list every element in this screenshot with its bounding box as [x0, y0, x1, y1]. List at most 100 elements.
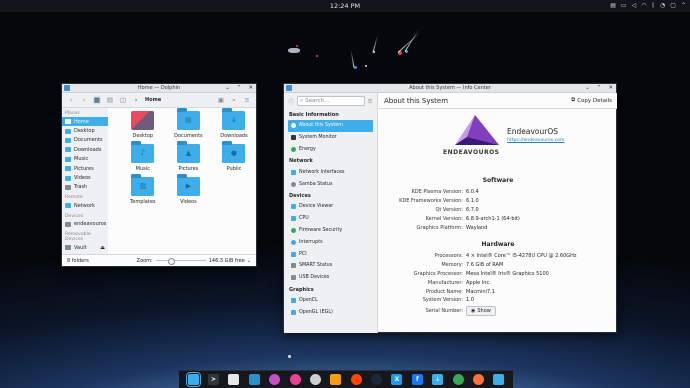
- hamburger-menu-icon[interactable]: ≡: [243, 96, 251, 104]
- folder-desktop[interactable]: Desktop: [120, 111, 166, 139]
- reddit-icon[interactable]: [350, 374, 362, 385]
- facebook-icon[interactable]: f: [411, 374, 423, 385]
- info-center-icon[interactable]: [493, 374, 505, 385]
- music-icon: [65, 156, 71, 162]
- back-icon[interactable]: ‹: [67, 96, 75, 104]
- sidebar-item-pictures[interactable]: Pictures: [62, 164, 108, 173]
- battery-icon[interactable]: ▭: [621, 2, 627, 10]
- distro-url[interactable]: https://endeavouros.com: [507, 138, 564, 143]
- home-icon: [65, 119, 71, 125]
- sidebar-item-endeavouros[interactable]: endeavouros: [62, 220, 108, 229]
- dolphin-sidebar: Places Home Desktop Documents Downloads …: [62, 108, 108, 256]
- clock[interactable]: 12:24 PM: [0, 2, 690, 10]
- info-icon: ⓘ: [288, 98, 295, 106]
- sidebar-item-device-viewer[interactable]: Device Viewer: [284, 201, 377, 213]
- videos-icon: [65, 175, 71, 181]
- sidebar-item-opencl[interactable]: OpenCL: [284, 295, 377, 307]
- search-field[interactable]: ⌕ Search...: [297, 96, 365, 106]
- maximize-icon[interactable]: ⌃: [237, 85, 242, 91]
- eye-icon: ◉: [471, 307, 476, 314]
- expand-tray-icon[interactable]: ⌃: [681, 2, 686, 10]
- search-icon[interactable]: ⌕: [230, 96, 238, 105]
- sidebar-item-pci[interactable]: PCI: [284, 248, 377, 260]
- dolphin-titlebar[interactable]: Home — Dolphin ⌄ ⌃ ✕: [62, 84, 256, 93]
- hamburger-menu-icon[interactable]: ≡: [368, 97, 373, 105]
- close-icon[interactable]: ✕: [608, 85, 613, 91]
- sidebar-item-documents[interactable]: Documents: [62, 136, 108, 145]
- top-panel: 12:24 PM ▤ ▭ ◁ ◠ ᛒ ◔ ▢ ⌃: [0, 0, 690, 12]
- maximize-icon[interactable]: ⌃: [597, 85, 602, 91]
- zoom-slider[interactable]: [155, 258, 206, 264]
- downloads-folder-icon: ↓: [222, 108, 246, 130]
- clipboard-icon[interactable]: ▤: [610, 2, 616, 10]
- copy-details-button[interactable]: ⧉ Copy Details: [571, 97, 612, 104]
- sidebar-item-about-this-system[interactable]: About this System: [288, 120, 373, 132]
- color-picker-icon[interactable]: [269, 374, 281, 385]
- chrome-icon[interactable]: [452, 374, 464, 385]
- terminal-icon[interactable]: >: [208, 374, 220, 385]
- downloader-icon[interactable]: ↓: [432, 374, 444, 385]
- firefox-icon[interactable]: [472, 374, 484, 385]
- text-editor-icon[interactable]: [248, 374, 260, 385]
- sidebar-item-usb-devices[interactable]: USB Devices: [284, 272, 377, 284]
- preview-icon[interactable]: ▣: [217, 96, 225, 104]
- sidebar-item-music[interactable]: Music: [62, 155, 108, 164]
- sidebar-item-network-interfaces[interactable]: Network Interfaces: [284, 166, 377, 178]
- minimize-icon[interactable]: ⌄: [585, 85, 590, 91]
- eject-icon[interactable]: ⏏: [100, 245, 105, 251]
- desktop-folder-icon: [131, 111, 155, 130]
- network-icon[interactable]: ◠: [641, 2, 646, 10]
- sidebar-item-firmware-security[interactable]: Firmware Security: [284, 225, 377, 237]
- volume-icon[interactable]: ◁: [632, 2, 637, 10]
- kv-row: Product Name: Macmini7,1: [425, 288, 495, 295]
- folder-music[interactable]: ♪ Music: [120, 141, 166, 172]
- infocenter-titlebar[interactable]: About this System — Info Center ⌄ ⌃ ✕: [284, 84, 616, 93]
- sidebar-item-energy[interactable]: Energy: [284, 144, 377, 156]
- pci-icon: [291, 251, 296, 257]
- sidebar-item-home[interactable]: Home: [62, 117, 108, 127]
- document-viewer-icon[interactable]: [228, 374, 240, 385]
- folder-videos[interactable]: ▶ Videos: [166, 174, 212, 205]
- sidebar-item-system-monitor[interactable]: System Monitor: [284, 132, 377, 144]
- icons-view-icon[interactable]: ▦: [93, 96, 101, 104]
- folder-public[interactable]: ● Public: [211, 141, 257, 172]
- sidebar-item-downloads[interactable]: Downloads: [62, 145, 108, 154]
- folder-documents[interactable]: ▤ Documents: [166, 108, 212, 139]
- sidebar-item-interrupts[interactable]: Interrupts: [284, 236, 377, 248]
- public-folder-icon: ●: [222, 141, 246, 163]
- x-icon[interactable]: X: [391, 374, 403, 385]
- sidebar-item-smart-status[interactable]: SMART Status: [284, 260, 377, 272]
- display-icon[interactable]: ▢: [670, 2, 676, 10]
- sidebar-item-trash[interactable]: Trash: [62, 183, 108, 192]
- sidebar-item-opengl-egl[interactable]: OpenGL (EGL): [284, 306, 377, 318]
- chevron-right-icon: ›: [134, 96, 138, 104]
- sidebar-item-desktop[interactable]: Desktop: [62, 126, 108, 135]
- folder-templates[interactable]: ▥ Templates: [120, 174, 166, 205]
- show-serial-button[interactable]: ◉ Show: [466, 305, 496, 316]
- folder-downloads[interactable]: ↓ Downloads: [211, 108, 257, 139]
- chevron-down-icon[interactable]: ⌄: [247, 258, 251, 264]
- templates-folder-icon: ▥: [131, 174, 155, 196]
- free-space: 146.3 GiB free: [208, 257, 245, 264]
- sidebar-item-vault[interactable]: Vault ⏏: [62, 243, 108, 252]
- split-view-icon[interactable]: ◫: [119, 96, 127, 104]
- folder-pictures[interactable]: ▲ Pictures: [166, 141, 212, 172]
- notifications-icon[interactable]: ◔: [660, 2, 665, 10]
- breadcrumb[interactable]: Home: [145, 97, 161, 103]
- vlc-icon[interactable]: [330, 374, 342, 385]
- settings-icon[interactable]: [309, 374, 321, 385]
- sidebar-item-cpu[interactable]: CPU: [284, 213, 377, 225]
- sidebar-item-videos[interactable]: Videos: [62, 173, 108, 182]
- taskbar: > Xf ↓: [179, 370, 513, 388]
- forward-icon[interactable]: ›: [80, 96, 88, 104]
- close-icon[interactable]: ✕: [248, 85, 253, 91]
- sidebar-item-samba-status[interactable]: Samba Status: [284, 178, 377, 190]
- bluetooth-icon[interactable]: ᛒ: [651, 2, 655, 10]
- file-manager-icon[interactable]: [185, 372, 201, 387]
- minimize-icon[interactable]: ⌄: [225, 85, 230, 91]
- vault-icon: [65, 245, 71, 251]
- sidebar-item-network[interactable]: Network: [62, 201, 108, 210]
- details-view-icon[interactable]: ▤: [106, 96, 114, 104]
- steam-icon[interactable]: [371, 374, 383, 385]
- media-player-icon[interactable]: [289, 374, 301, 385]
